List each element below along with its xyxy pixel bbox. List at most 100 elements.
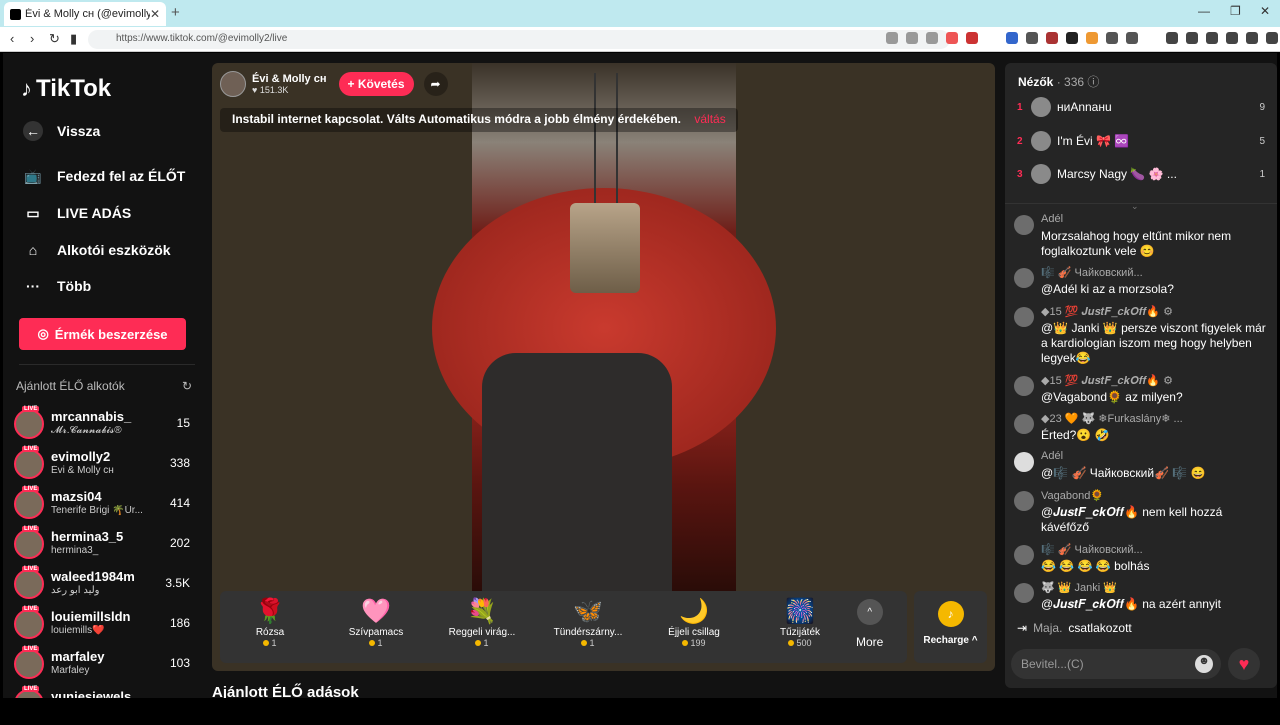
chat-username[interactable]: ◆23 🧡 🐺 ❄Furkaslány❄ ...: [1041, 412, 1261, 425]
avatar[interactable]: [1014, 215, 1034, 235]
night-star-gift-icon: 🌙: [679, 598, 709, 625]
chat-username[interactable]: Adél: [1041, 213, 1261, 225]
viewer-count: 186: [169, 616, 190, 630]
chat-input[interactable]: Bevitel...(C): [1011, 649, 1221, 679]
expand-chevron-icon[interactable]: ⌄: [1131, 201, 1139, 212]
avatar[interactable]: [1014, 268, 1034, 288]
emoji-icon[interactable]: ☻: [1195, 655, 1213, 673]
extension-icon[interactable]: [1026, 32, 1038, 44]
viewer-name: Marcsy Nagy 🍆 🌸 ...: [1057, 167, 1177, 181]
extension-icon[interactable]: [1046, 32, 1058, 44]
gift-item[interactable]: 💐 Reggeli virág... 1: [432, 597, 532, 648]
live-player[interactable]: Évi & Molly ᴄʜ ♥ 151.3K + Követés ➦ Inst…: [212, 63, 995, 671]
creator-name: mazsi04: [51, 489, 102, 504]
gift-price-value: 199: [690, 638, 706, 648]
live-video[interactable]: [432, 63, 776, 603]
extension-icon[interactable]: [946, 32, 958, 44]
avatar[interactable]: [1014, 545, 1034, 565]
share-icon[interactable]: ➦: [423, 72, 448, 96]
chat-username[interactable]: Adél: [1041, 450, 1261, 462]
tiktok-logo[interactable]: ♪ TikTok: [21, 75, 111, 103]
creator-item[interactable]: LIVE mrcannabis_ 𝓜𝓻.𝓒𝓪𝓷𝓷𝓪𝓫𝓲𝓼® 15: [14, 405, 194, 445]
minimize-icon[interactable]: —: [1198, 4, 1210, 18]
top-viewer[interactable]: 3 Marcsy Nagy 🍆 🌸 ... 1: [1017, 162, 1265, 186]
url-field[interactable]: https://www.tiktok.com/@evimolly2/live: [88, 30, 950, 49]
refresh-icon[interactable]: ↻: [182, 379, 192, 393]
creator-item[interactable]: LIVE louiemillsldn louiemills❤️ 186: [14, 605, 194, 645]
recharge-button[interactable]: ♪ Recharge ^: [914, 591, 987, 663]
video-scene: [570, 203, 640, 293]
avatar[interactable]: [1014, 491, 1034, 511]
creator-item[interactable]: LIVE marfaley Marfaley 103: [14, 645, 194, 685]
avatar[interactable]: [1014, 414, 1034, 434]
extension-icon[interactable]: [886, 32, 898, 44]
nav-explore-live[interactable]: 📺 Fedezd fel az ÉLŐT: [23, 166, 185, 186]
get-coins-button[interactable]: ◎ Érmék beszerzése: [19, 318, 186, 350]
nav-more[interactable]: ··· Több: [23, 276, 91, 296]
gift-price-value: 1: [377, 638, 383, 648]
gift-item[interactable]: 🌹 Rózsa 1: [220, 597, 320, 648]
close-tab-icon[interactable]: ✕: [150, 7, 160, 21]
join-username[interactable]: Maja.: [1033, 621, 1062, 635]
nav-go-live[interactable]: ▭ LIVE ADÁS: [23, 203, 131, 223]
downloads-icon[interactable]: [1226, 32, 1238, 44]
sidebar-icon[interactable]: [1186, 32, 1198, 44]
close-window-icon[interactable]: ✕: [1260, 4, 1270, 18]
gift-item[interactable]: 🩷 Szívpamacs 1: [326, 597, 426, 648]
chat-text: @🎼 🎻 Чайковский🎻 🎼 😄: [1041, 466, 1206, 480]
chat-username[interactable]: 🐺 👑 Janki 👑: [1041, 581, 1261, 594]
forward-icon[interactable]: ›: [30, 31, 34, 46]
avatar: [1031, 131, 1051, 151]
viewer-name: I'm Évi 🎀 ♾️: [1057, 134, 1130, 148]
browser-tab[interactable]: Évi & Molly ᴄʜ (@evimolly2) ✕: [4, 2, 166, 26]
extension-icon[interactable]: [1106, 32, 1118, 44]
extension-icon[interactable]: [1086, 32, 1098, 44]
chat-username[interactable]: ◆15 💯 𝑱𝒖𝒔𝒕𝑭_𝒄𝒌𝑶𝒇𝒇🔥 ⚙: [1041, 374, 1261, 388]
extension-icon[interactable]: [1126, 32, 1138, 44]
media-icon[interactable]: [1166, 32, 1178, 44]
gift-item[interactable]: 🌙 Éjjeli csillag 199: [644, 597, 744, 648]
vpn-icon[interactable]: [1246, 32, 1258, 44]
nav-back[interactable]: ← Vissza: [23, 121, 100, 141]
gift-item[interactable]: 🎆 Tűzijáték 500: [750, 597, 850, 648]
wallet-icon[interactable]: [1206, 32, 1218, 44]
menu-icon[interactable]: [1266, 32, 1278, 44]
creator-item[interactable]: LIVE waleed1984m وليد ابو رعد 3.5K: [14, 565, 194, 605]
creator-item[interactable]: LIVE evimolly2 Évi & Molly ᴄʜ 338: [14, 445, 194, 485]
chat-username[interactable]: 🎼 🎻 Чайковский...: [1041, 543, 1261, 556]
nav-creator-tools[interactable]: ⌂ Alkotói eszközök: [23, 240, 171, 260]
top-viewer[interactable]: 2 I'm Évi 🎀 ♾️ 5: [1017, 129, 1265, 153]
switch-link[interactable]: váltás: [694, 112, 725, 126]
reload-icon[interactable]: ↻: [49, 31, 60, 47]
help-icon[interactable]: ⓘ: [1087, 75, 1099, 89]
follow-button[interactable]: + Követés: [338, 72, 414, 96]
top-viewer[interactable]: 1 ниАnnaнu 9: [1017, 95, 1265, 119]
avatar[interactable]: [1014, 583, 1034, 603]
extension-icon[interactable]: [926, 32, 938, 44]
avatar[interactable]: [1014, 307, 1034, 327]
back-icon[interactable]: ‹: [10, 31, 14, 46]
host-name[interactable]: Évi & Molly ᴄʜ: [252, 73, 327, 85]
chat-username[interactable]: ◆15 💯 𝑱𝒖𝒔𝒕𝑭_𝒄𝒌𝑶𝒇𝒇🔥 ⚙: [1041, 305, 1261, 319]
avatar[interactable]: [1014, 452, 1034, 472]
gift-item[interactable]: 🦋 Tündérszárny... 1: [538, 597, 638, 648]
new-tab-button[interactable]: +: [171, 4, 180, 21]
extension-icon[interactable]: [1006, 32, 1018, 44]
chat-username[interactable]: Vagabond🌻: [1041, 489, 1261, 502]
chat-username[interactable]: 🎼 🎻 Чайковский...: [1041, 266, 1261, 279]
host-avatar[interactable]: [220, 71, 246, 97]
creator-item[interactable]: LIVE mazsi04 Tenerife Brigi 🌴Úr... 414: [14, 485, 194, 525]
bookmark-icon[interactable]: ▮: [70, 31, 77, 47]
extension-icon[interactable]: [906, 32, 918, 44]
extension-icon[interactable]: [966, 32, 978, 44]
extension-icon[interactable]: [1066, 32, 1078, 44]
avatar[interactable]: [1014, 376, 1034, 396]
like-heart-icon[interactable]: ♥: [1228, 648, 1260, 680]
gift-price-value: 1: [483, 638, 489, 648]
gift-name: Tündérszárny...: [553, 627, 623, 638]
live-badge: LIVE: [22, 566, 40, 572]
more-gifts-button[interactable]: ^ More: [856, 599, 883, 649]
viewer-rank: 1: [1017, 101, 1023, 113]
maximize-icon[interactable]: ❐: [1230, 4, 1241, 18]
creator-item[interactable]: LIVE hermina3_5 hermina3_ 202: [14, 525, 194, 565]
